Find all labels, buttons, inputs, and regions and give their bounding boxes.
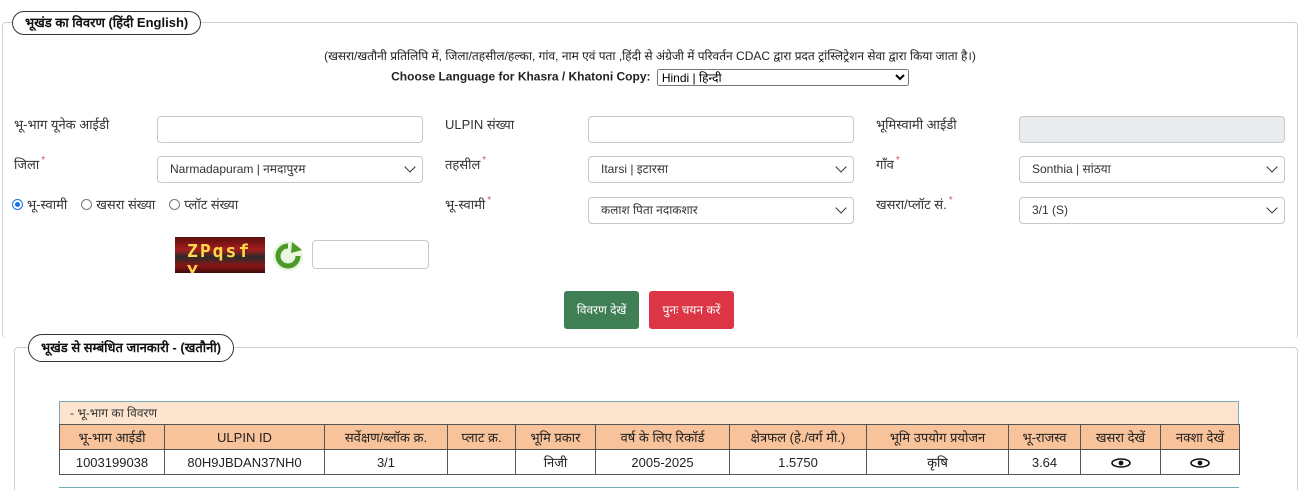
section-legend-khatauni: भूखंड से सम्बंधित जानकारी - (खतौनी) [28, 334, 235, 362]
view-map-cell [1160, 449, 1240, 475]
khasra-label: खसरा/प्लॉट सं. * [876, 195, 953, 212]
unique-id-label: भू-भाग यूनेक आईडी [14, 117, 110, 132]
reset-selection-button[interactable]: पुनः चयन करें [649, 291, 734, 329]
radio-icon[interactable] [12, 198, 23, 210]
column-header: वर्ष के लिए रिकॉर्ड [595, 424, 730, 450]
table-cell: 80H9JBDAN37NH0 [164, 449, 325, 475]
table-cell: 1003199038 [59, 449, 165, 475]
district-select[interactable]: Narmadapuram | नमदापुरम [157, 156, 423, 183]
ulpin-input[interactable] [588, 116, 854, 143]
table-row: 1003199038 80H9JBDAN37NH0 3/1 निजी 2005-… [59, 449, 1240, 475]
column-header: प्लाट क्र. [447, 424, 516, 450]
khasra-select[interactable]: 3/1 (S) [1019, 197, 1285, 224]
chevron-down-icon [835, 202, 847, 214]
search-by-radio-group: भू-स्वामी खसरा संख्या प्लॉट संख्या [12, 195, 238, 213]
village-label: गाँव * [876, 155, 900, 172]
village-select[interactable]: Sonthia | सांठया [1019, 156, 1285, 183]
district-label: जिला * [14, 155, 46, 172]
language-label: Choose Language for Khasra / Khatoni Cop… [391, 69, 651, 84]
tehsil-select[interactable]: Itarsi | इटारसा [588, 156, 854, 183]
view-details-button[interactable]: विवरण देखें [564, 291, 639, 329]
chevron-down-icon [1266, 202, 1278, 214]
radio-icon[interactable] [81, 198, 93, 210]
owner-id-input[interactable] [1019, 116, 1285, 143]
tehsil-label: तहसील * [445, 155, 487, 172]
land-details-table: - भू-भाग का विवरण भू-भाग आईडी ULPIN ID स… [59, 401, 1240, 475]
refresh-icon[interactable] [272, 240, 304, 272]
column-header: भू-राजस्व [1008, 424, 1081, 450]
eye-icon[interactable] [1190, 458, 1210, 468]
captcha-image: ZPqsf Y [175, 237, 265, 273]
ulpin-label: ULPIN संख्या [445, 117, 515, 132]
column-header: भू-भाग आईडी [59, 424, 165, 450]
language-row: Choose Language for Khasra / Khatoni Cop… [0, 69, 1300, 86]
unique-id-input[interactable] [157, 116, 423, 143]
radio-owner[interactable]: भू-स्वामी [12, 195, 67, 213]
chevron-down-icon [404, 161, 416, 173]
table-cell: निजी [515, 449, 596, 475]
column-header: नक्शा देखें [1160, 424, 1240, 450]
table-cell: कृषि [866, 449, 1009, 475]
view-khasra-cell [1080, 449, 1161, 475]
section-legend-land-details: भूखंड का विवरण (हिंदी English) [12, 11, 202, 35]
table-cell: 3.64 [1008, 449, 1081, 475]
owner-label: भू-स्वामी * [445, 195, 492, 212]
radio-plot[interactable]: प्लॉट संख्या [169, 195, 238, 213]
language-select[interactable]: Hindi | हिन्दी [656, 69, 909, 86]
column-header: भूमि प्रकार [515, 424, 596, 450]
column-header: भूमि उपयोग प्रयोजन [866, 424, 1009, 450]
column-header: खसरा देखें [1080, 424, 1161, 450]
owner-id-label: भूमिस्वामी आईडी [876, 117, 957, 132]
column-header: सर्वेक्षण/ब्लॉक क्र. [324, 424, 448, 450]
captcha-input[interactable] [312, 240, 429, 269]
column-header: क्षेत्रफल (हे./वर्ग मी.) [729, 424, 867, 450]
table-caption: - भू-भाग का विवरण [59, 401, 1239, 424]
table-cell: 2005-2025 [595, 449, 730, 475]
column-header: ULPIN ID [164, 424, 325, 450]
radio-icon[interactable] [169, 198, 181, 210]
table-cell [447, 449, 516, 475]
chevron-down-icon [835, 161, 847, 173]
eye-icon[interactable] [1110, 458, 1131, 468]
chevron-down-icon [1266, 161, 1278, 173]
transliteration-note: (खसरा/खतौनी प्रतिलिपि में, जिला/तहसील/हल… [324, 49, 976, 63]
table-header-row: भू-भाग आईडी ULPIN ID सर्वेक्षण/ब्लॉक क्र… [59, 424, 1240, 450]
table-cell: 3/1 [324, 449, 448, 475]
table-cell: 1.5750 [729, 449, 867, 475]
owner-select[interactable]: कलाश पिता नदाकशार [588, 197, 854, 224]
radio-khasra[interactable]: खसरा संख्या [81, 195, 155, 213]
